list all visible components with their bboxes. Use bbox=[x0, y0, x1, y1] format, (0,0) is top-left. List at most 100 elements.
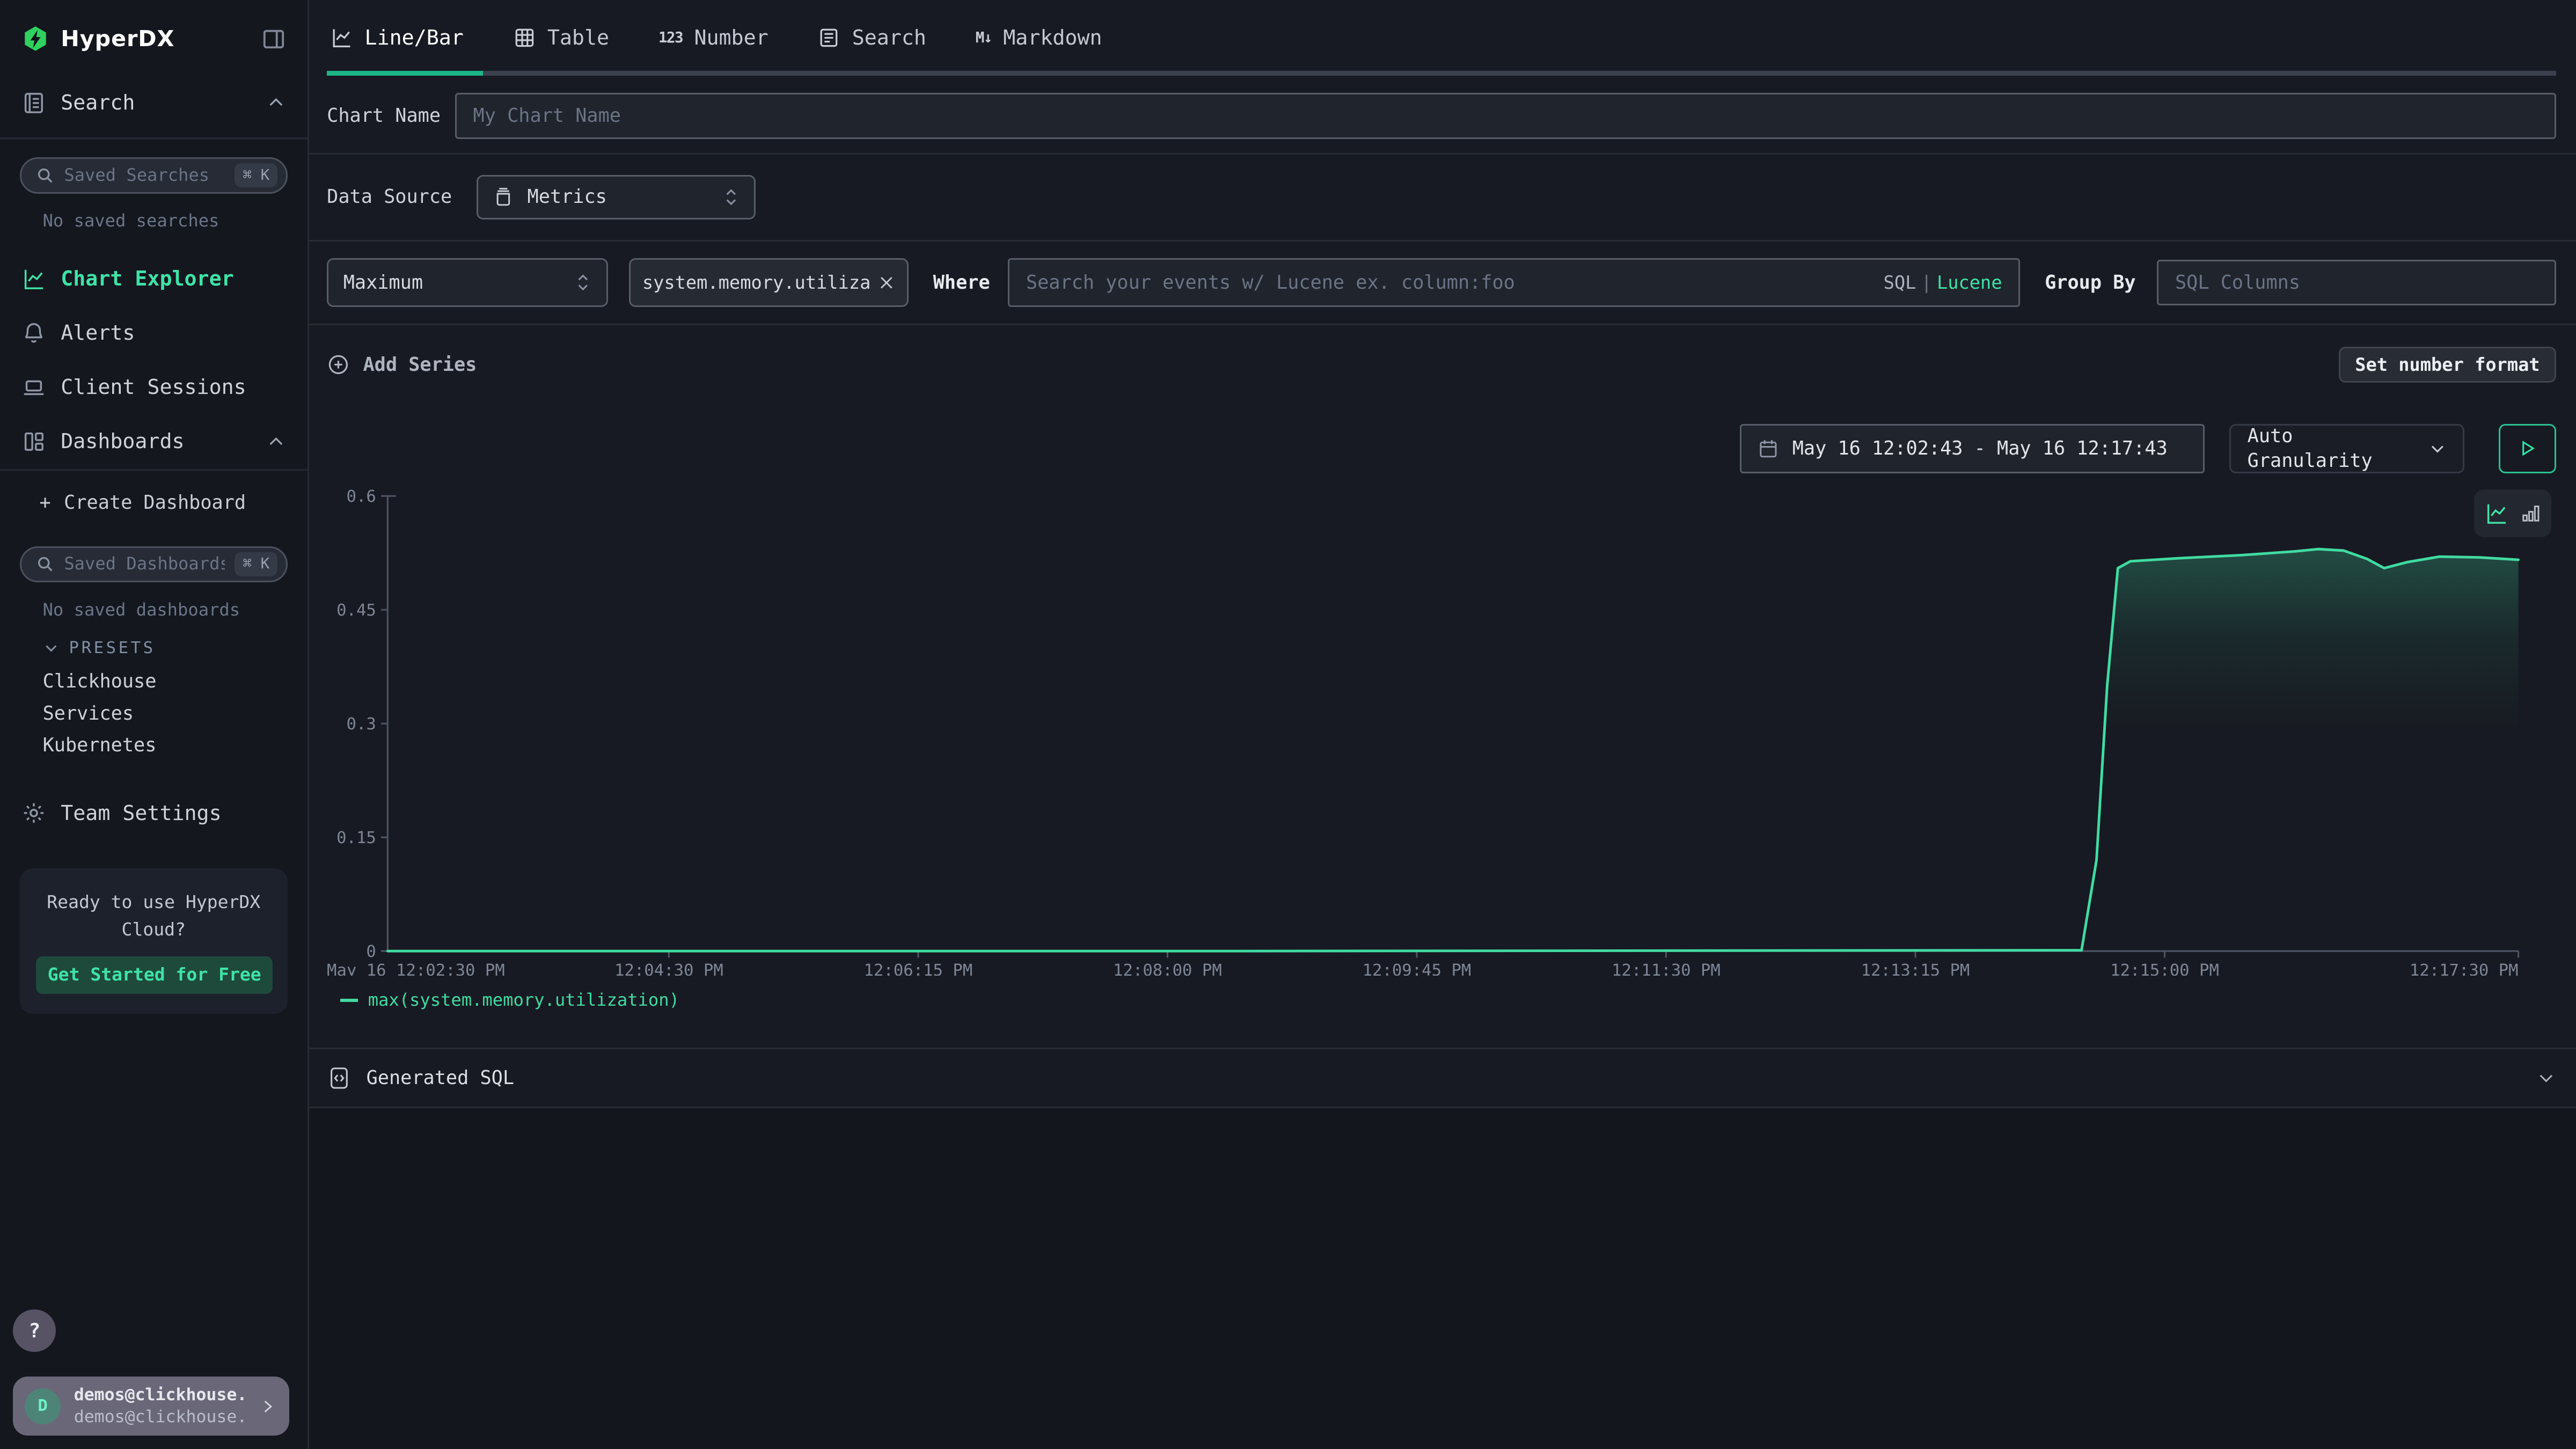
lang-divider: | bbox=[1921, 272, 1932, 293]
search-doc-icon bbox=[817, 26, 840, 49]
data-source-select[interactable]: Metrics bbox=[477, 175, 756, 219]
promo-line2: Cloud? bbox=[36, 916, 271, 943]
help-button[interactable]: ? bbox=[13, 1309, 56, 1352]
logo-row: HyperDX bbox=[0, 0, 308, 75]
sidebar-item-client-sessions[interactable]: Client Sessions bbox=[0, 361, 308, 415]
presets-toggle[interactable]: PRESETS bbox=[43, 631, 308, 665]
svg-text:12:06:15 PM: 12:06:15 PM bbox=[864, 961, 973, 976]
sidebar: HyperDX Search Saved Searches ⌘ K No sav… bbox=[0, 0, 309, 1449]
chart-name-input[interactable] bbox=[455, 93, 2556, 139]
close-icon[interactable] bbox=[877, 274, 896, 292]
time-range-picker[interactable]: May 16 12:02:43 - May 16 12:17:43 bbox=[1740, 424, 2205, 473]
saved-dashboards-input[interactable]: Saved Dashboards ⌘ K bbox=[20, 546, 288, 582]
hyperdx-app: HyperDX Search Saved Searches ⌘ K No sav… bbox=[0, 0, 2576, 1449]
tab-number[interactable]: 123 Number bbox=[643, 0, 783, 76]
chevron-up-icon[interactable] bbox=[266, 93, 286, 113]
tab-label: Search bbox=[852, 25, 926, 52]
create-dashboard-label: Create Dashboard bbox=[64, 491, 246, 515]
add-series-button[interactable]: Add Series bbox=[327, 353, 477, 377]
sidebar-item-search[interactable]: Search bbox=[0, 75, 308, 137]
sidebar-item-team-settings[interactable]: Team Settings bbox=[0, 786, 308, 840]
sidebar-item-dashboards[interactable]: Dashboards bbox=[0, 415, 308, 469]
tab-line-bar[interactable]: Line/Bar bbox=[327, 0, 478, 76]
plus-circle-icon bbox=[327, 353, 350, 376]
sql-option[interactable]: SQL bbox=[1884, 272, 1916, 293]
avatar: D bbox=[25, 1388, 61, 1424]
where-input[interactable] bbox=[1026, 270, 1874, 295]
shortcut-badge: ⌘ K bbox=[235, 552, 277, 576]
chevron-down-icon bbox=[2536, 1068, 2556, 1088]
preset-clickhouse[interactable]: Clickhouse bbox=[0, 665, 308, 698]
table-icon bbox=[513, 26, 536, 49]
svg-text:May 16 12:02:30 PM: May 16 12:02:30 PM bbox=[327, 961, 505, 976]
user-email: demos@clickhouse.com bbox=[74, 1384, 245, 1406]
sidebar-item-alerts[interactable]: Alerts bbox=[0, 306, 308, 361]
markdown-icon: M↓ bbox=[976, 28, 992, 48]
search-doc-icon bbox=[21, 91, 46, 115]
aggregation-select[interactable]: Maximum bbox=[327, 258, 608, 308]
tab-label: Table bbox=[547, 25, 609, 52]
search-icon bbox=[36, 166, 54, 185]
get-started-button[interactable]: Get Started for Free bbox=[36, 956, 273, 994]
legend-label: max(system.memory.utilization) bbox=[368, 989, 679, 1012]
calendar-icon bbox=[1758, 438, 1779, 459]
chevron-down-icon bbox=[43, 640, 60, 656]
shortcut-badge: ⌘ K bbox=[235, 163, 277, 187]
tab-search[interactable]: Search bbox=[803, 0, 941, 76]
bar-chart-toggle-icon[interactable] bbox=[2520, 503, 2542, 524]
user-menu[interactable]: D demos@clickhouse.com demos@clickhouse.… bbox=[13, 1377, 289, 1436]
run-query-button[interactable] bbox=[2499, 424, 2556, 473]
preset-kubernetes[interactable]: Kubernetes bbox=[0, 729, 308, 762]
preset-label: Services bbox=[43, 701, 134, 726]
sidebar-collapse-icon[interactable] bbox=[261, 27, 286, 52]
svg-text:12:04:30 PM: 12:04:30 PM bbox=[614, 961, 723, 976]
add-series-label: Add Series bbox=[363, 353, 477, 377]
granularity-select[interactable]: Auto Granularity bbox=[2229, 424, 2464, 473]
generated-sql-toggle[interactable]: Generated SQL bbox=[309, 1049, 2576, 1107]
dashboard-grid-icon bbox=[21, 429, 46, 454]
chart-display-toggle bbox=[2474, 489, 2551, 537]
add-series-row: Add Series Set number format bbox=[309, 325, 2576, 404]
database-icon bbox=[493, 186, 514, 208]
tab-table[interactable]: Table bbox=[498, 0, 624, 76]
nav-label: Dashboards bbox=[61, 428, 184, 455]
search-icon bbox=[36, 555, 54, 573]
svg-text:0.45: 0.45 bbox=[336, 601, 376, 620]
sidebar-item-chart-explorer[interactable]: Chart Explorer bbox=[0, 252, 308, 306]
chevron-right-icon bbox=[258, 1397, 276, 1416]
laptop-icon bbox=[21, 375, 46, 400]
where-search-field[interactable]: SQL|Lucene bbox=[1008, 258, 2020, 308]
aggregation-value: Maximum bbox=[343, 270, 423, 295]
generated-sql-label: Generated SQL bbox=[367, 1066, 514, 1091]
data-source-value: Metrics bbox=[528, 185, 607, 209]
tab-label: Number bbox=[694, 25, 768, 52]
preset-services[interactable]: Services bbox=[0, 698, 308, 730]
line-chart-toggle-icon[interactable] bbox=[2484, 501, 2509, 526]
lucene-option[interactable]: Lucene bbox=[1937, 272, 2002, 293]
main-content: Line/Bar Table 123 Number Search M↓ Ma bbox=[309, 0, 2576, 1449]
hyperdx-logo-icon bbox=[21, 25, 49, 53]
set-number-format-button[interactable]: Set number format bbox=[2339, 347, 2557, 383]
query-language-toggle[interactable]: SQL|Lucene bbox=[1884, 271, 2002, 295]
saved-searches-input[interactable]: Saved Searches ⌘ K bbox=[20, 157, 288, 193]
svg-text:0.6: 0.6 bbox=[347, 489, 376, 506]
plus-icon: + bbox=[39, 491, 50, 515]
metric-field-tag[interactable]: system.memory.utiliza bbox=[629, 258, 908, 308]
group-by-input[interactable] bbox=[2157, 260, 2556, 306]
chart-legend-item[interactable]: max(system.memory.utilization) bbox=[340, 989, 2557, 1012]
series-row: Maximum system.memory.utiliza Where SQL|… bbox=[309, 241, 2576, 324]
number-123-icon: 123 bbox=[658, 28, 683, 48]
promo-line1: Ready to use HyperDX bbox=[36, 888, 271, 916]
data-source-row: Data Source Metrics bbox=[309, 155, 2576, 240]
create-dashboard-button[interactable]: + Create Dashboard bbox=[0, 477, 308, 528]
nav-label: Alerts bbox=[61, 320, 135, 347]
line-chart-icon bbox=[330, 26, 353, 49]
tab-markdown[interactable]: M↓ Markdown bbox=[961, 0, 1117, 76]
no-saved-dashboards-text: No saved dashboards bbox=[43, 599, 308, 621]
chevron-updown-icon bbox=[723, 187, 740, 207]
time-range-value: May 16 12:02:43 - May 16 12:17:43 bbox=[1792, 436, 2168, 461]
timeseries-chart[interactable]: 0.60.450.30.150May 16 12:02:30 PM12:04:3… bbox=[327, 489, 2556, 976]
svg-text:12:11:30 PM: 12:11:30 PM bbox=[1612, 961, 1721, 976]
svg-text:12:09:45 PM: 12:09:45 PM bbox=[1363, 961, 1472, 976]
chevron-up-icon[interactable] bbox=[266, 432, 286, 452]
